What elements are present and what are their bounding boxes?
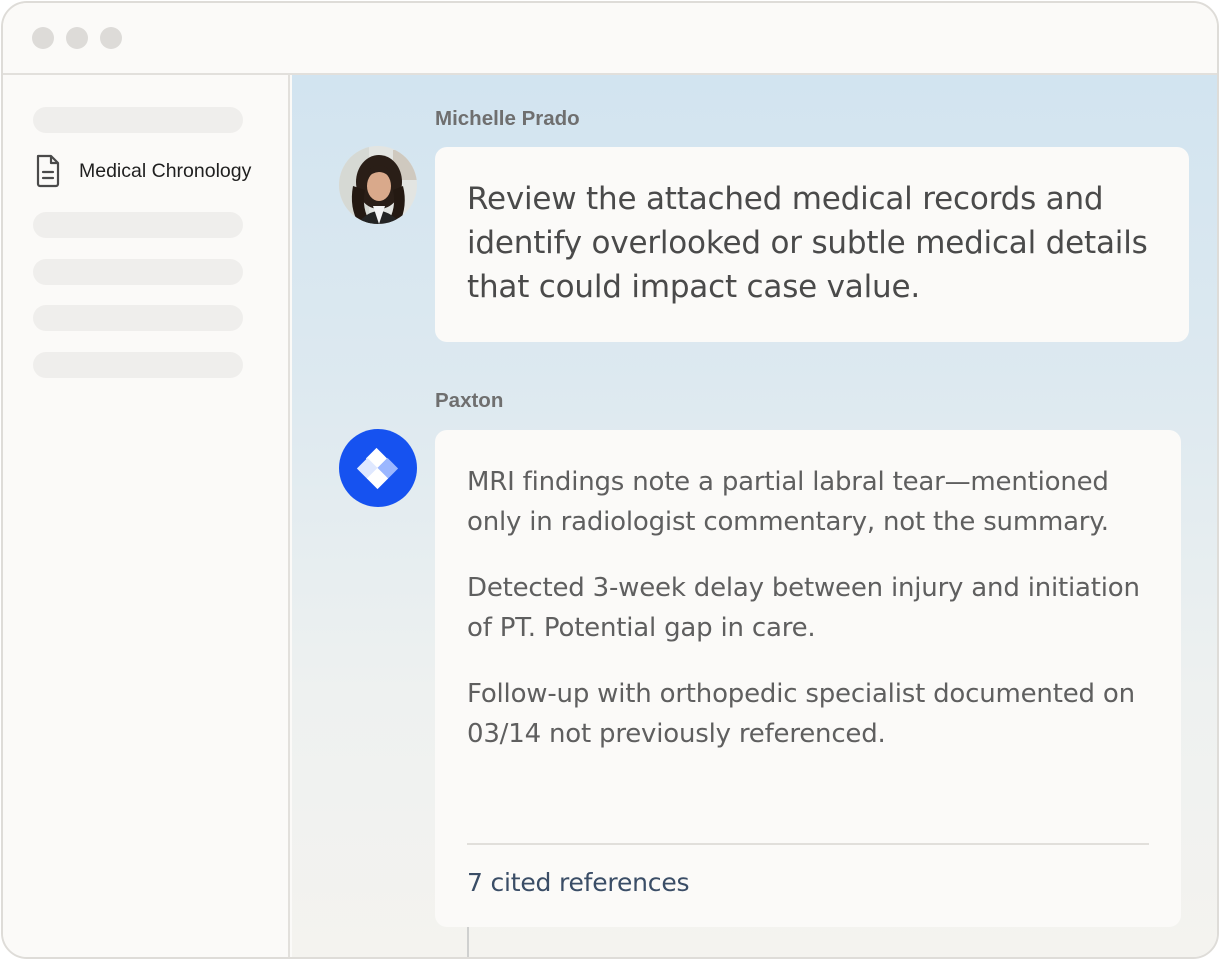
window-minimize-button[interactable]: [66, 27, 88, 49]
user-sender-name: Michelle Prado: [435, 107, 580, 130]
assistant-avatar: [339, 429, 417, 507]
sidebar: Medical Chronology: [3, 75, 290, 957]
assistant-message-bubble: MRI findings note a partial labral tear—…: [435, 430, 1181, 927]
user-avatar: [339, 146, 417, 224]
sidebar-item-label: Medical Chronology: [79, 159, 252, 182]
sidebar-placeholder-item: [33, 305, 243, 331]
user-message-bubble: Review the attached medical records and …: [435, 147, 1189, 342]
assistant-sender-name: Paxton: [435, 389, 504, 412]
cited-references-link[interactable]: 7 cited references: [467, 868, 690, 897]
finding-item: MRI findings note a partial labral tear—…: [467, 467, 1109, 537]
thread-connector-line: [467, 927, 469, 957]
title-bar: [3, 3, 1217, 75]
finding-item: Detected 3-week delay between injury and…: [467, 573, 1140, 643]
sidebar-placeholder-item: [33, 212, 243, 238]
sidebar-placeholder-item: [33, 107, 243, 133]
divider: [467, 843, 1149, 845]
user-message-text: Review the attached medical records and …: [467, 181, 1148, 305]
paxton-logo-icon: [356, 447, 399, 490]
sidebar-item-medical-chronology[interactable]: Medical Chronology: [33, 153, 251, 189]
sidebar-placeholder-item: [33, 352, 243, 378]
window-maximize-button[interactable]: [100, 27, 122, 49]
app-window: Medical Chronology Michelle Prado Review…: [1, 1, 1219, 959]
chat-panel: Michelle Prado Review the attached medic…: [292, 75, 1217, 957]
window-close-button[interactable]: [32, 27, 54, 49]
sidebar-placeholder-item: [33, 259, 243, 285]
finding-item: Follow-up with orthopedic specialist doc…: [467, 679, 1135, 749]
document-icon: [36, 154, 60, 188]
